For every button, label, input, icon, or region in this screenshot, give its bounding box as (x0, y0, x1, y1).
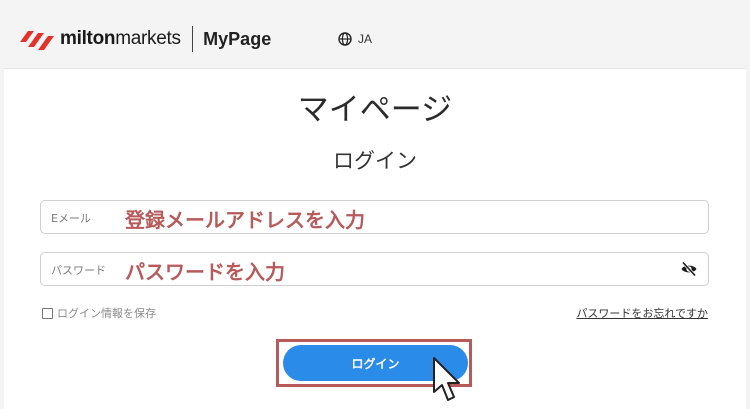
page-title: マイページ (297, 92, 453, 128)
language-selector[interactable]: JA (338, 32, 372, 46)
password-field[interactable]: パスワード パスワードを入力 (40, 252, 709, 286)
remember-checkbox[interactable] (42, 307, 53, 319)
brand-divider (191, 26, 194, 52)
remember-label: ログイン情報を保存 (57, 307, 156, 320)
forgot-password-link[interactable]: パスワードをお忘れですか (576, 305, 708, 321)
brand-name: miltonmarkets (60, 28, 181, 49)
remember-login[interactable]: ログイン情報を保存 (42, 305, 156, 321)
password-placeholder: パスワード (51, 264, 106, 277)
brand-logo[interactable]: miltonmarkets MyPage (20, 24, 271, 54)
language-label: JA (358, 32, 373, 46)
section-title: MyPage (203, 28, 272, 49)
password-annotation: パスワードを入力 (125, 260, 285, 284)
globe-icon (338, 32, 352, 46)
email-placeholder: Eメール (51, 212, 91, 225)
miltonmarkets-logo-icon (20, 31, 54, 50)
eye-slash-icon[interactable] (680, 260, 698, 278)
login-heading: ログイン (333, 149, 417, 173)
email-annotation: 登録メールアドレスを入力 (125, 208, 365, 232)
mouse-cursor-icon (433, 357, 460, 401)
email-field[interactable]: Eメール 登録メールアドレスを入力 (40, 200, 709, 234)
top-bar: miltonmarkets MyPage JA (0, 0, 750, 68)
